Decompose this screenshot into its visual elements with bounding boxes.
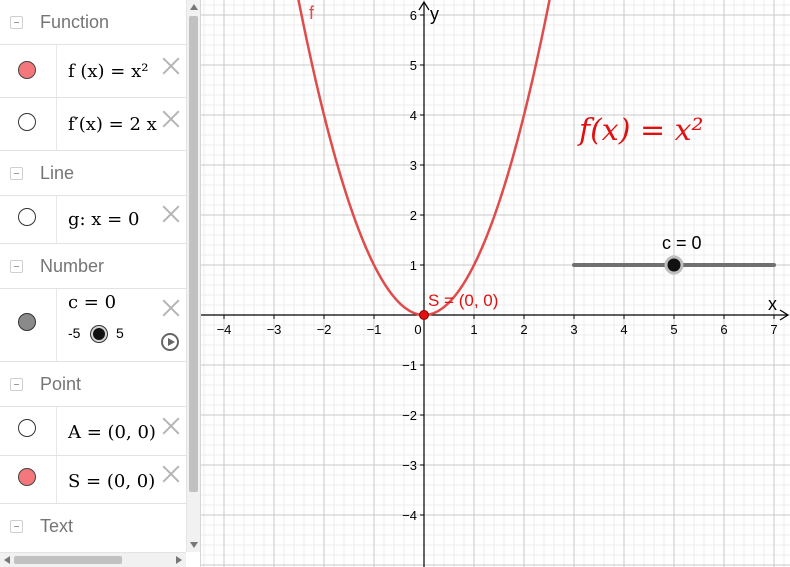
vertical-scroll-thumb[interactable] bbox=[189, 16, 198, 492]
group-header-line[interactable]: Line bbox=[0, 151, 186, 196]
play-icon[interactable] bbox=[161, 333, 179, 351]
collapse-icon[interactable] bbox=[10, 520, 23, 533]
expression-S[interactable]: S = (0, 0) bbox=[68, 471, 155, 492]
visibility-marble-icon[interactable] bbox=[18, 313, 36, 331]
visibility-marble-icon[interactable] bbox=[18, 208, 36, 226]
group-label-line: Line bbox=[40, 163, 75, 183]
marble-cell bbox=[0, 407, 57, 455]
group-header-text[interactable]: Text bbox=[0, 504, 186, 552]
x-tick-label: 3 bbox=[570, 322, 577, 337]
delete-icon[interactable] bbox=[160, 463, 182, 485]
delete-icon[interactable] bbox=[160, 108, 182, 130]
coordinate-plane[interactable]: −4 −3 −2 −1 0 1 2 3 4 5 6 7−4−3−2−1123456 x y f S =… bbox=[201, 0, 790, 567]
algebra-row-f[interactable]: f (x) = x² bbox=[0, 45, 186, 98]
scroll-right-arrow-icon[interactable] bbox=[176, 556, 182, 564]
x-tick-label: 0 bbox=[414, 322, 421, 337]
x-tick-label: −1 bbox=[367, 322, 382, 337]
collapse-icon[interactable] bbox=[10, 260, 23, 273]
algebra-row-c[interactable]: c = 0 -5 5 bbox=[0, 289, 186, 362]
x-tick-label: −2 bbox=[317, 322, 332, 337]
algebra-row-S[interactable]: S = (0, 0) bbox=[0, 456, 186, 504]
y-tick-label: −4 bbox=[402, 508, 417, 523]
expression-fprime[interactable]: f′(x) = 2 x bbox=[68, 114, 157, 135]
y-tick-label: 2 bbox=[410, 208, 417, 223]
horizontal-scrollbar[interactable] bbox=[0, 552, 186, 567]
group-label-number: Number bbox=[40, 256, 105, 276]
group-header-point[interactable]: Point bbox=[0, 362, 186, 407]
point-S[interactable] bbox=[419, 310, 429, 320]
expression-f[interactable]: f (x) = x² bbox=[68, 61, 148, 82]
group-label-point: Point bbox=[40, 374, 82, 394]
vertical-scrollbar[interactable] bbox=[186, 0, 200, 552]
expression-g[interactable]: g: x = 0 bbox=[68, 209, 139, 230]
delete-icon[interactable] bbox=[160, 297, 182, 319]
visibility-marble-icon[interactable] bbox=[18, 468, 36, 486]
x-tick-label: 1 bbox=[470, 322, 477, 337]
horizontal-scroll-thumb[interactable] bbox=[14, 556, 122, 564]
marble-cell bbox=[0, 45, 57, 97]
collapse-icon[interactable] bbox=[10, 16, 23, 29]
formula-text[interactable]: f(x) = x² bbox=[577, 113, 704, 148]
x-tick-label: 7 bbox=[770, 322, 777, 337]
x-tick-label: 5 bbox=[670, 322, 677, 337]
marble-cell bbox=[0, 98, 57, 150]
x-tick-label: 2 bbox=[520, 322, 527, 337]
expression-c[interactable]: c = 0 bbox=[68, 292, 116, 313]
y-tick-label: 3 bbox=[410, 158, 417, 173]
visibility-marble-icon[interactable] bbox=[18, 419, 36, 437]
slider-label: c = 0 bbox=[662, 233, 702, 253]
algebra-row-fprime[interactable]: f′(x) = 2 x bbox=[0, 98, 186, 151]
y-tick-label: 5 bbox=[410, 58, 417, 73]
y-axis-label: y bbox=[430, 4, 439, 24]
x-tick-label: −3 bbox=[267, 322, 282, 337]
expression-A[interactable]: A = (0, 0) bbox=[68, 422, 156, 443]
group-label-function: Function bbox=[40, 12, 110, 32]
y-tick-label: −3 bbox=[402, 458, 417, 473]
algebra-row-A[interactable]: A = (0, 0) bbox=[0, 407, 186, 456]
x-tick-label: −4 bbox=[217, 322, 232, 337]
marble-cell bbox=[0, 196, 57, 243]
minor-grid bbox=[201, 0, 790, 567]
visibility-marble-icon[interactable] bbox=[18, 61, 36, 79]
collapse-icon[interactable] bbox=[10, 167, 23, 180]
y-tick-label: 1 bbox=[410, 258, 417, 273]
group-header-function[interactable]: Function bbox=[0, 0, 186, 45]
scroll-down-arrow-icon[interactable] bbox=[190, 542, 198, 548]
group-label-text: Text bbox=[40, 516, 74, 536]
points-layer[interactable] bbox=[419, 310, 429, 320]
scroll-up-arrow-icon[interactable] bbox=[190, 4, 198, 10]
collapse-icon[interactable] bbox=[10, 378, 23, 391]
graphics-view[interactable]: −4 −3 −2 −1 0 1 2 3 4 5 6 7 −4 −3 −2 −1 1 2 3 4 5 6 x y f S =… bbox=[201, 0, 790, 567]
delete-icon[interactable] bbox=[160, 55, 182, 77]
slider-max-label: 5 bbox=[116, 325, 124, 341]
visibility-marble-icon[interactable] bbox=[18, 113, 36, 131]
delete-icon[interactable] bbox=[160, 415, 182, 437]
marble-cell bbox=[0, 456, 57, 503]
x-tick-label: 6 bbox=[720, 322, 727, 337]
algebra-row-g[interactable]: g: x = 0 bbox=[0, 196, 186, 244]
y-tick-label: 4 bbox=[410, 108, 417, 123]
algebra-view: Function f (x) = x² f′(x) = 2 x Line g: … bbox=[0, 0, 201, 567]
marble-cell bbox=[0, 289, 57, 361]
y-tick-label: 6 bbox=[410, 8, 417, 23]
slider-knob[interactable] bbox=[664, 255, 684, 275]
y-tick-label: −2 bbox=[402, 408, 417, 423]
scroll-left-arrow-icon[interactable] bbox=[4, 556, 10, 564]
x-axis-label: x bbox=[768, 294, 777, 314]
mini-slider-knob[interactable] bbox=[91, 326, 107, 342]
slider-min-label: -5 bbox=[68, 325, 81, 341]
group-header-number[interactable]: Number bbox=[0, 244, 186, 289]
y-tick-label: −1 bbox=[402, 358, 417, 373]
point-label-S[interactable]: S = (0, 0) bbox=[428, 291, 498, 310]
x-tick-label: 4 bbox=[620, 322, 627, 337]
delete-icon[interactable] bbox=[160, 203, 182, 225]
